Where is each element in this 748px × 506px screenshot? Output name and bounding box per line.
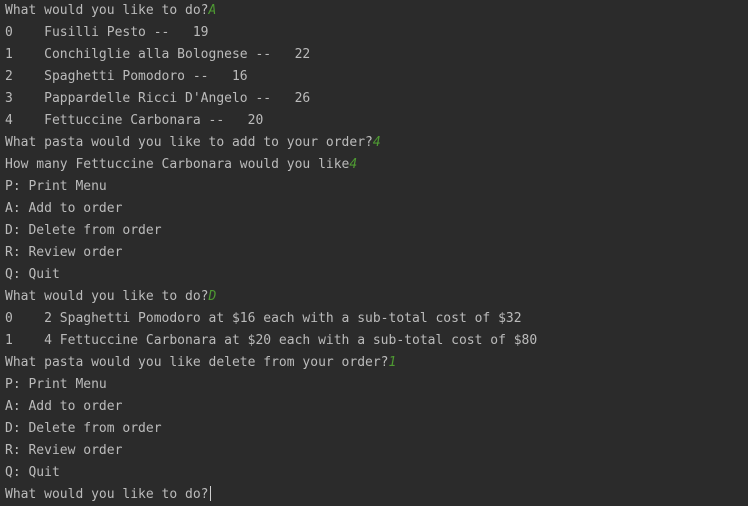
output-text: D: Delete from order	[5, 223, 162, 238]
text-cursor	[209, 486, 211, 501]
console-line: What would you like to do?A	[5, 0, 748, 22]
output-text: D: Delete from order	[5, 421, 162, 436]
user-input: A	[208, 3, 217, 18]
user-input: 4	[349, 157, 358, 172]
console-line: 3 Pappardelle Ricci D'Angelo -- 26	[5, 88, 748, 110]
user-input: D	[208, 289, 217, 304]
user-input: 4	[372, 135, 381, 150]
console-line: A: Add to order	[5, 396, 748, 418]
console-line: P: Print Menu	[5, 176, 748, 198]
console-line: Q: Quit	[5, 264, 748, 286]
output-text: 4 Fettuccine Carbonara -- 20	[5, 113, 264, 128]
console-line: 1 Conchilglie alla Bolognese -- 22	[5, 44, 748, 66]
console-line: R: Review order	[5, 242, 748, 264]
user-input: 1	[388, 355, 397, 370]
output-text: 2 Spaghetti Pomodoro -- 16	[5, 69, 248, 84]
console-line: 0 2 Spaghetti Pomodoro at $16 each with …	[5, 308, 748, 330]
console-line: R: Review order	[5, 440, 748, 462]
console-line: 0 Fusilli Pesto -- 19	[5, 22, 748, 44]
output-text: A: Add to order	[5, 201, 123, 216]
output-text: P: Print Menu	[5, 179, 107, 194]
console-line: How many Fettuccine Carbonara would you …	[5, 154, 748, 176]
output-text: What would you like to do?	[5, 3, 209, 18]
output-text: Q: Quit	[5, 267, 60, 282]
console-line: What pasta would you like delete from yo…	[5, 352, 748, 374]
output-text: How many Fettuccine Carbonara would you …	[5, 157, 350, 172]
console-line: 2 Spaghetti Pomodoro -- 16	[5, 66, 748, 88]
output-text: A: Add to order	[5, 399, 123, 414]
console-line: A: Add to order	[5, 198, 748, 220]
output-text: What would you like to do?	[5, 487, 209, 502]
output-text: 1 4 Fettuccine Carbonara at $20 each wit…	[5, 333, 538, 348]
output-text: 0 Fusilli Pesto -- 19	[5, 25, 209, 40]
console-line: What would you like to do?D	[5, 286, 748, 308]
output-text: Q: Quit	[5, 465, 60, 480]
console-line: 4 Fettuccine Carbonara -- 20	[5, 110, 748, 132]
output-text: 1 Conchilglie alla Bolognese -- 22	[5, 47, 311, 62]
console-output[interactable]: What would you like to do?A 0 Fusilli Pe…	[0, 0, 748, 503]
output-text: R: Review order	[5, 443, 123, 458]
output-text: P: Print Menu	[5, 377, 107, 392]
console-line: Q: Quit	[5, 462, 748, 484]
output-text: 0 2 Spaghetti Pomodoro at $16 each with …	[5, 311, 522, 326]
output-text: What pasta would you like delete from yo…	[5, 355, 389, 370]
console-line: What pasta would you like to add to your…	[5, 132, 748, 154]
console-line: P: Print Menu	[5, 374, 748, 396]
console-line: D: Delete from order	[5, 220, 748, 242]
console-line: D: Delete from order	[5, 418, 748, 440]
console-line: 1 4 Fettuccine Carbonara at $20 each wit…	[5, 330, 748, 352]
output-text: What would you like to do?	[5, 289, 209, 304]
output-text: R: Review order	[5, 245, 123, 260]
output-text: What pasta would you like to add to your…	[5, 135, 373, 150]
output-text: 3 Pappardelle Ricci D'Angelo -- 26	[5, 91, 311, 106]
